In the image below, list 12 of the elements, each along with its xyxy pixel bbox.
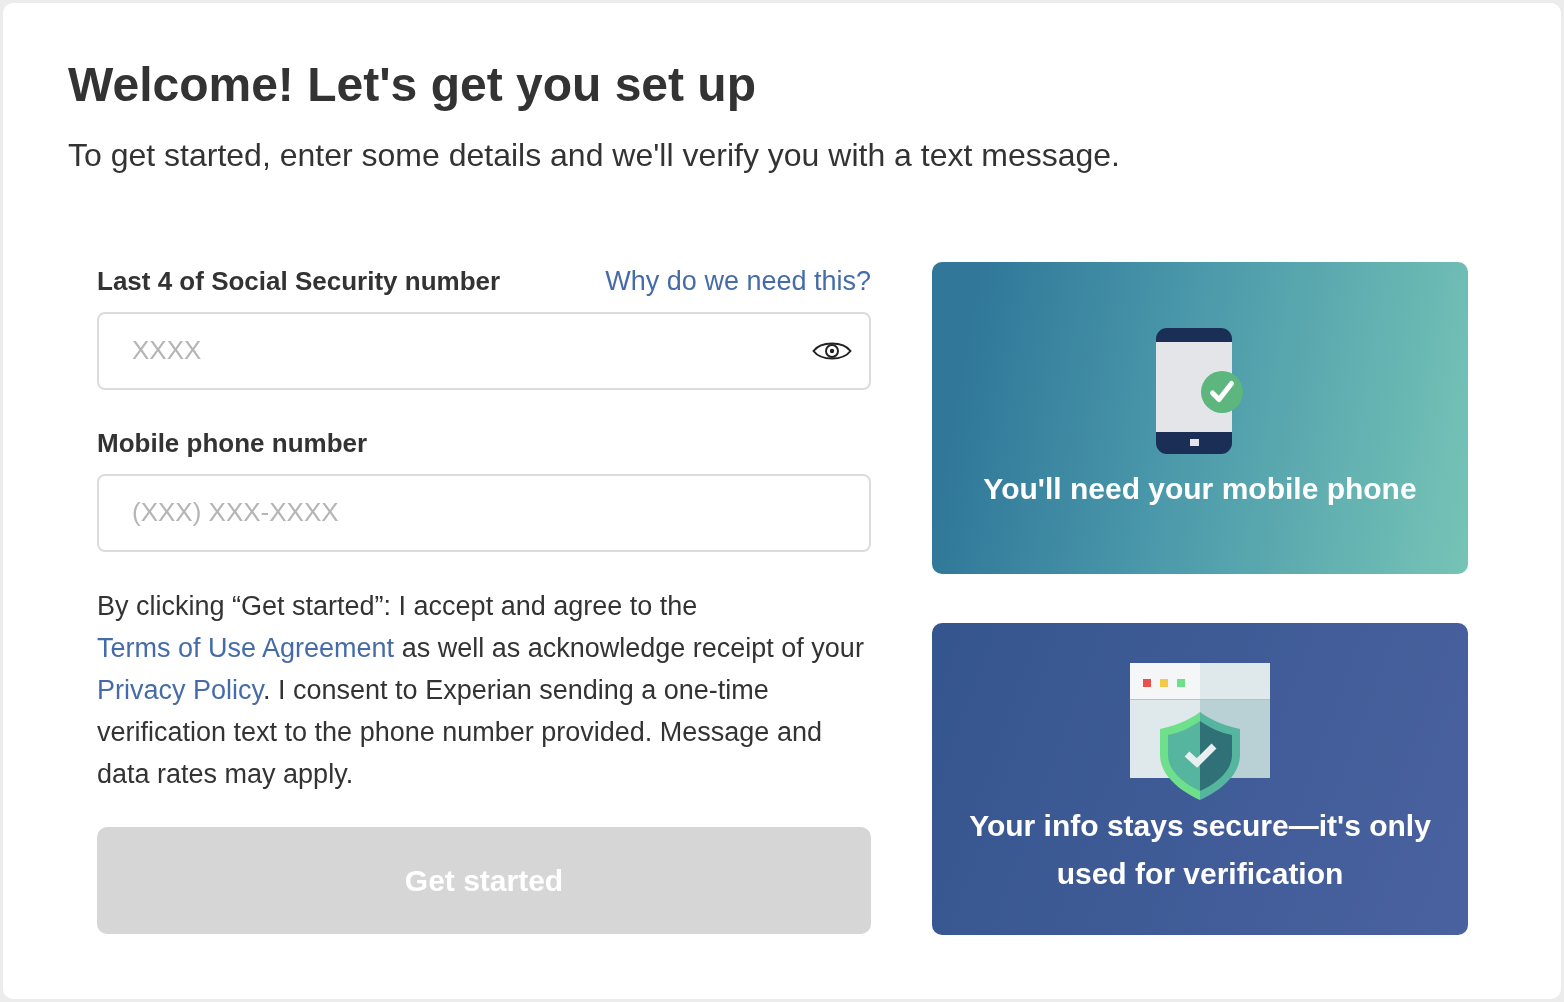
consent-text: By clicking “Get started”: I accept and agree to the Terms of Use Agreement as well as acknowledge receipt of your Privacy Policy. I consent to Experian sending a one-time verification text to the phone number provided. Message and data rates may apply. (97, 589, 865, 791)
info-card-text: Your info stays secure—it's only used for verification (968, 807, 1432, 892)
field-label: Last 4 of Social Security number (97, 265, 501, 299)
inline-link[interactable]: Privacy Policy (97, 674, 264, 705)
help-link[interactable]: Why do we need this? (605, 261, 871, 302)
phone-input-field[interactable]: (XXX) XXX-XXXX (97, 473, 871, 552)
info-card-text: You'll need your mobile phone (982, 470, 1418, 507)
page-title: Welcome! Let's get you set up (68, 57, 756, 113)
ssn-input-field[interactable]: XXXX (97, 311, 871, 390)
page-subtitle: To get started, enter some details and we'll verify you with a text message. (68, 135, 1120, 175)
field-label: Mobile phone number (97, 427, 368, 461)
inline-link[interactable]: Terms of Use Agreement (97, 632, 395, 663)
